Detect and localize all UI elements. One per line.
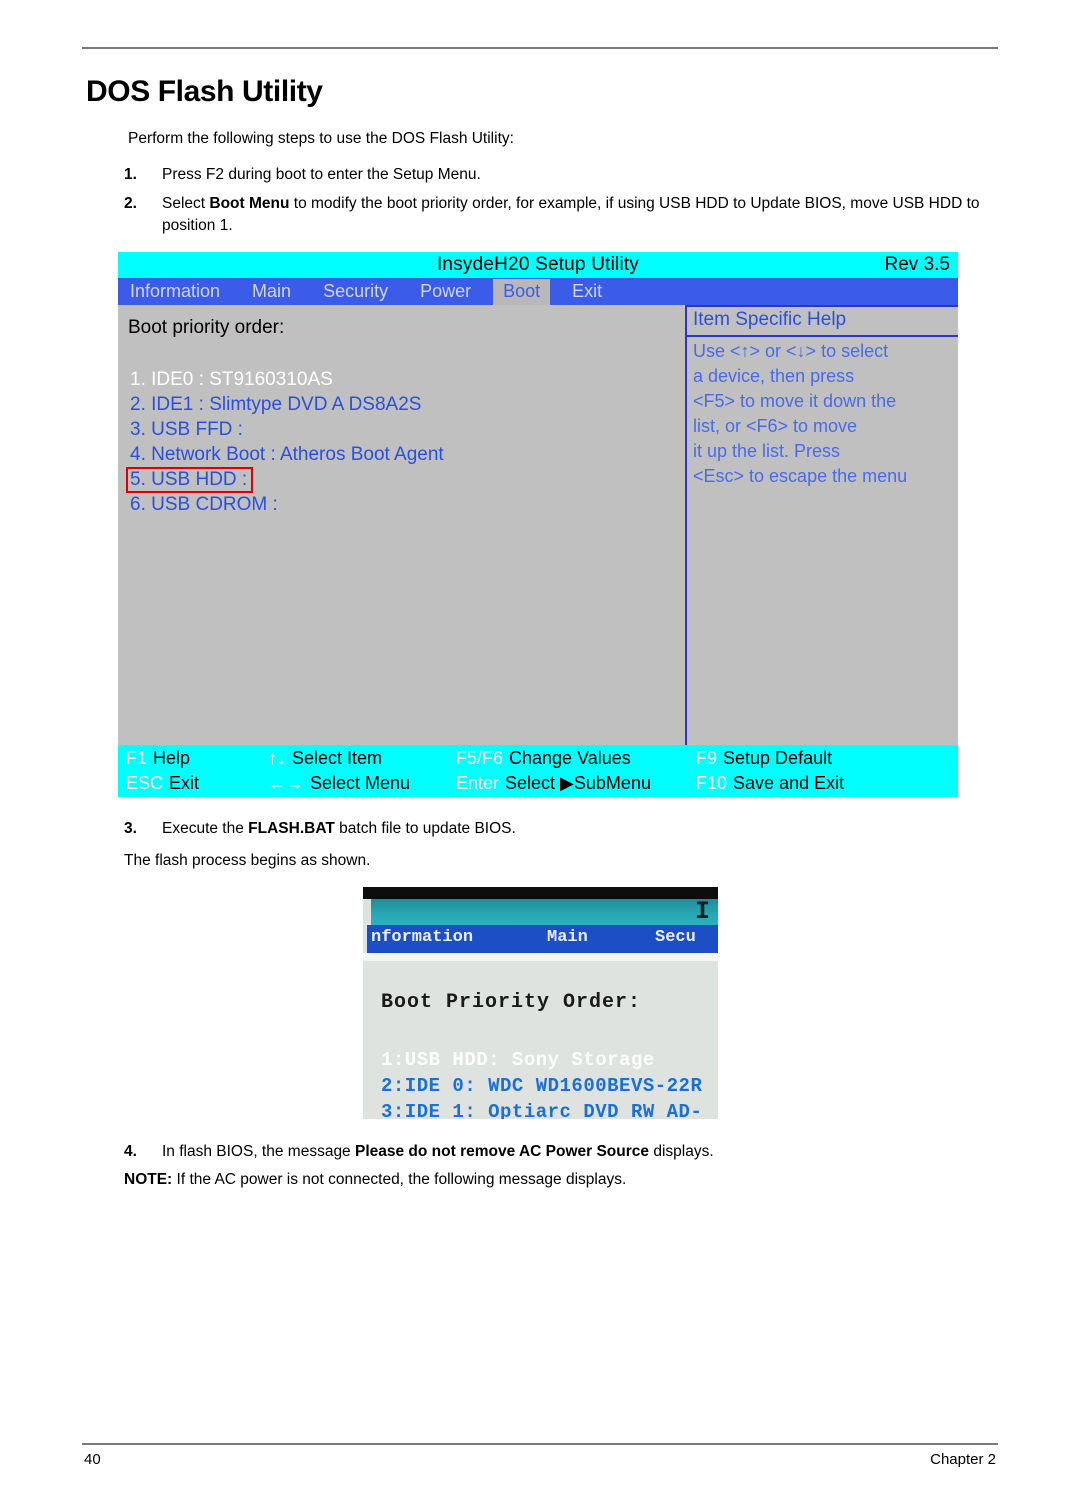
function-key-row-2: ESC Exit ←→ Select Menu Enter Select ▶SubMe… xyxy=(118,771,958,796)
photo-tab-security: Secu xyxy=(655,928,696,947)
bios-tab-power[interactable]: Power xyxy=(410,279,481,305)
bios-tab-main[interactable]: Main xyxy=(242,279,301,305)
help-line-3: <F5> to move it down the xyxy=(693,391,897,411)
photo-body: Boot Priority Order: 1:USB HDD: Sony Sto… xyxy=(363,961,718,1119)
step-1: 1. Press F2 during boot to enter the Set… xyxy=(124,164,944,186)
function-key-row-1: F1 Help ↑↓ Select Item F5/F6 Change Values … xyxy=(118,746,958,771)
bios-tab-security[interactable]: Security xyxy=(313,279,398,305)
step-2-number: 2. xyxy=(124,195,137,212)
step-2-bold: Boot Menu xyxy=(209,195,290,212)
photo-boot-list: 1:USB HDD: Sony Storage 2:IDE 0: WDC WD1… xyxy=(381,1047,718,1119)
step-3-bold: FLASH.BAT xyxy=(248,820,335,837)
key-f1-help[interactable]: F1 Help xyxy=(126,748,190,769)
boot-list-item-4[interactable]: 4. Network Boot : Atheros Boot Agent xyxy=(128,442,673,467)
bios-revision: Rev 3.5 xyxy=(884,254,950,275)
bios-setup-screenshot: InsydeH20 Setup Utility Rev 3.5 Informat… xyxy=(118,252,958,797)
intro-paragraph: Perform the following steps to use the D… xyxy=(128,130,514,147)
footer-page-number: 40 xyxy=(84,1451,101,1468)
header-rule xyxy=(82,47,998,49)
bios-body: Boot priority order: 1. IDE0 : ST9160310… xyxy=(118,305,958,745)
key-f5-f6-change-values[interactable]: F5/F6 Change Values xyxy=(456,748,631,769)
help-panel-title: Item Specific Help xyxy=(693,309,847,330)
bios-function-key-bar: F1 Help ↑↓ Select Item F5/F6 Change Values … xyxy=(118,745,958,797)
photo-tab-main: Main xyxy=(547,928,588,947)
step-3-number: 3. xyxy=(124,820,137,837)
help-line-6: <Esc> to escape the menu xyxy=(693,466,908,486)
photo-boot-item-2: 2:IDE 0: WDC WD1600BEVS-22R xyxy=(381,1075,703,1097)
key-esc-exit[interactable]: ESC Exit xyxy=(126,773,199,794)
help-line-2: a device, then press xyxy=(693,366,855,386)
bios-menu-bar: Information Main Security Power Boot Exi… xyxy=(118,278,958,305)
help-line-4: list, or <F6> to move xyxy=(693,416,858,436)
step-4-number: 4. xyxy=(124,1143,137,1160)
note-label: NOTE: xyxy=(124,1171,173,1188)
step-1-number: 1. xyxy=(124,166,137,183)
help-title-underline xyxy=(687,335,958,337)
step-1-text: Press F2 during boot to enter the Setup … xyxy=(162,166,481,183)
key-arrows-select-item[interactable]: ↑↓ Select Item xyxy=(268,748,382,769)
note-text: If the AC power is not connected, the fo… xyxy=(172,1171,627,1188)
boot-priority-list: 1. IDE0 : ST9160310AS 2. IDE1 : Slimtype… xyxy=(126,367,673,517)
bios-title: InsydeH20 Setup Utility xyxy=(436,254,640,275)
photo-title-bar: I xyxy=(371,897,718,926)
bios-tab-information[interactable]: Information xyxy=(120,279,230,305)
boot-list-item-2[interactable]: 2. IDE1 : Slimtype DVD A DS8A2S xyxy=(128,392,673,417)
note-line: NOTE: If the AC power is not connected, … xyxy=(124,1169,626,1191)
boot-priority-heading: Boot priority order: xyxy=(128,317,285,338)
step-3-text: Execute the FLASH.BAT batch file to upda… xyxy=(162,820,516,837)
step-2-text: Select Boot Menu to modify the boot prio… xyxy=(162,195,980,234)
key-f10-save-and-exit[interactable]: F10 Save and Exit xyxy=(696,773,844,794)
step-3: 3. Execute the FLASH.BAT batch file to u… xyxy=(124,818,944,840)
help-panel-text: Use <↑> or <↓> to select a device, then … xyxy=(693,339,958,489)
key-f9-setup-default[interactable]: F9 Setup Default xyxy=(696,748,832,769)
bios-tab-exit[interactable]: Exit xyxy=(562,279,612,305)
step-4-text: In flash BIOS, the message Please do not… xyxy=(162,1143,714,1160)
photo-boot-item-1: 1:USB HDD: Sony Storage xyxy=(381,1049,655,1071)
photo-top-bezel xyxy=(363,887,718,899)
flash-process-line: The flash process begins as shown. xyxy=(124,852,371,869)
key-arrows-select-menu[interactable]: ←→ Select Menu xyxy=(268,773,410,794)
help-top-border xyxy=(687,305,958,307)
page-title: DOS Flash Utility xyxy=(86,75,323,108)
bios-tab-boot[interactable]: Boot xyxy=(493,278,551,305)
document-page: DOS Flash Utility Perform the following … xyxy=(0,0,1080,1512)
photo-separator xyxy=(363,953,718,961)
key-enter-select-submenu[interactable]: Enter Select ▶SubMenu xyxy=(456,773,651,794)
photo-tab-information: nformation xyxy=(371,928,474,947)
bios-title-bar: InsydeH20 Setup Utility Rev 3.5 xyxy=(118,252,958,278)
step-2: 2. Select Boot Menu to modify the boot p… xyxy=(124,193,1004,237)
bios-boot-panel: Boot priority order: 1. IDE0 : ST9160310… xyxy=(118,305,685,745)
bios-help-panel: Item Specific Help Use <↑> or <↓> to sel… xyxy=(687,305,958,745)
boot-list-item-5[interactable]: 5. USB HDD : xyxy=(126,467,254,493)
boot-list-item-5-row: 5. USB HDD : xyxy=(126,467,673,493)
step-4-bold: Please do not remove AC Power Source xyxy=(355,1143,650,1160)
help-line-5: it up the list. Press xyxy=(693,441,841,461)
photo-corner-letter: I xyxy=(694,897,710,926)
step-4: 4. In flash BIOS, the message Please do … xyxy=(124,1141,1004,1163)
boot-list-item-1[interactable]: 1. IDE0 : ST9160310AS xyxy=(128,367,673,392)
footer-chapter: Chapter 2 xyxy=(930,1451,996,1468)
boot-list-item-3[interactable]: 3. USB FFD : xyxy=(128,417,673,442)
photo-boot-item-3: 3:IDE 1: Optiarc DVD RW AD- xyxy=(381,1101,703,1119)
help-line-1: Use <↑> or <↓> to select xyxy=(693,341,889,361)
boot-list-item-6[interactable]: 6. USB CDROM : xyxy=(128,492,673,517)
flash-process-photo: I nformation Main Secu Boot Priority Ord… xyxy=(363,887,718,1119)
photo-boot-priority-heading: Boot Priority Order: xyxy=(381,991,642,1014)
photo-menu-bar: nformation Main Secu xyxy=(367,925,718,953)
footer-rule xyxy=(82,1443,998,1445)
